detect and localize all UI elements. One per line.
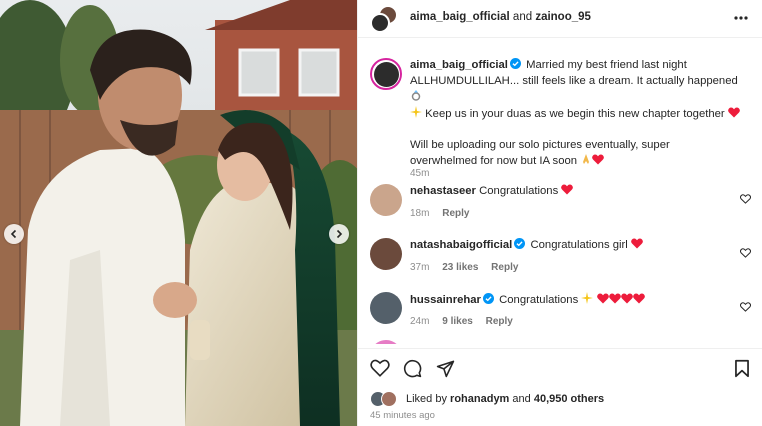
reply-button[interactable]: Reply — [442, 208, 469, 219]
comment-body: Congratulations — [499, 294, 579, 306]
post-header: aima_baig_official and zainoo_95 — [358, 0, 762, 38]
red-heart-emoji-icon — [620, 293, 633, 304]
reply-button[interactable]: Reply — [491, 262, 518, 273]
ring-emoji-icon — [411, 90, 421, 101]
author-username[interactable]: aima_baig_official — [410, 11, 510, 23]
comment-item: hussainrehar Congratulations 24m 9 likes… — [370, 292, 755, 332]
comment-like-heart-icon[interactable] — [740, 194, 751, 204]
caption-text: aima_baig_official Married my best frien… — [410, 58, 740, 170]
posted-time[interactable]: 45 minutes ago — [370, 410, 435, 421]
likes-text: Liked by rohanadym and 40,950 others — [406, 393, 604, 405]
caption-line-3: Will be uploading our solo pictures even… — [410, 138, 670, 168]
verified-icon — [482, 293, 494, 304]
previous-photo-button[interactable] — [4, 224, 24, 244]
comment-meta: 24m 9 likes Reply — [410, 316, 523, 327]
author-avatar[interactable] — [370, 13, 390, 33]
comment-username[interactable]: hussainrehar — [410, 294, 481, 306]
comment-text: hussainrehar Congratulations — [410, 292, 740, 309]
red-heart-emoji-icon — [596, 293, 609, 304]
sparkle-emoji-icon — [581, 292, 594, 304]
next-photo-button[interactable] — [329, 224, 349, 244]
comment-avatar[interactable] — [370, 238, 402, 270]
comment-item-partial — [370, 340, 755, 344]
likes-joiner: and — [512, 393, 531, 405]
comment-avatar[interactable] — [370, 292, 402, 324]
pray-emoji-icon — [583, 154, 590, 164]
chevron-left-icon — [10, 229, 17, 239]
chevron-right-icon — [336, 229, 343, 239]
comment-avatar[interactable] — [370, 184, 402, 216]
likers-avatars — [370, 391, 400, 407]
bookmark-icon[interactable] — [734, 359, 750, 378]
likes-prefix: Liked by — [406, 393, 447, 405]
comment-item: natashabaigofficial Congratulations girl… — [370, 238, 755, 278]
likes-user[interactable]: rohanadym — [450, 393, 509, 405]
comment-body: Congratulations girl — [530, 239, 628, 251]
comment-meta: 18m Reply — [410, 208, 479, 219]
caption-username[interactable]: aima_baig_official — [410, 59, 508, 71]
caption-line-2: Keep us in your duas as we begin this ne… — [425, 107, 725, 120]
red-heart-emoji-icon — [608, 293, 621, 304]
comment-avatar[interactable] — [370, 340, 402, 344]
reply-button[interactable]: Reply — [486, 316, 513, 327]
caption: aima_baig_official Married my best frien… — [370, 58, 755, 188]
comment-meta: 37m 23 likes Reply — [410, 262, 528, 273]
heart-emoji-icon — [592, 154, 605, 165]
comment-text: natashabaigofficial Congratulations girl — [410, 238, 740, 254]
comment-time[interactable]: 37m — [410, 262, 429, 273]
caption-avatar[interactable] — [370, 58, 402, 90]
comment-time[interactable]: 24m — [410, 316, 429, 327]
collab-joiner: and — [512, 11, 533, 23]
red-heart-emoji-icon — [631, 238, 643, 249]
more-icon[interactable] — [733, 10, 749, 26]
caption-time[interactable]: 45m — [410, 168, 429, 179]
comment-icon[interactable] — [403, 359, 422, 378]
verified-icon — [509, 58, 521, 69]
comment-likes[interactable]: 23 likes — [442, 262, 478, 273]
collab-avatars[interactable] — [370, 5, 398, 33]
share-icon[interactable] — [436, 359, 455, 378]
liker-avatar — [381, 391, 397, 407]
wedding-photo-image — [0, 0, 357, 426]
post-header-title: aima_baig_official and zainoo_95 — [410, 11, 591, 23]
red-heart-emoji-icon — [561, 184, 574, 195]
likes-summary[interactable]: Liked by rohanadym and 40,950 others — [370, 391, 750, 407]
post-photo[interactable] — [0, 0, 357, 426]
red-heart-emoji-icon — [727, 106, 740, 117]
comment-text: nehastaseer Congratulations — [410, 184, 740, 200]
likes-others[interactable]: 40,950 others — [534, 393, 604, 405]
comment-item: nehastaseer Congratulations 18m Reply — [370, 184, 755, 224]
comments-section[interactable]: aima_baig_official Married my best frien… — [358, 46, 762, 344]
comment-time[interactable]: 18m — [410, 208, 429, 219]
heart-icon[interactable] — [370, 359, 390, 377]
action-bar — [358, 348, 762, 388]
comment-like-heart-icon[interactable] — [740, 248, 751, 258]
verified-icon — [514, 238, 526, 249]
comment-username[interactable]: natashabaigofficial — [410, 239, 512, 251]
sparkle-emoji-icon — [410, 105, 422, 118]
post-details-panel: aima_baig_official and zainoo_95 aima_ba… — [357, 0, 762, 426]
comment-like-heart-icon[interactable] — [740, 302, 751, 312]
comment-username[interactable]: nehastaseer — [410, 185, 476, 197]
comment-body: Congratulations — [479, 185, 559, 197]
caption-meta: 45m — [410, 168, 439, 179]
red-heart-emoji-icon — [632, 293, 645, 304]
comment-likes[interactable]: 9 likes — [442, 316, 473, 327]
collaborator-username[interactable]: zainoo_95 — [535, 11, 591, 23]
